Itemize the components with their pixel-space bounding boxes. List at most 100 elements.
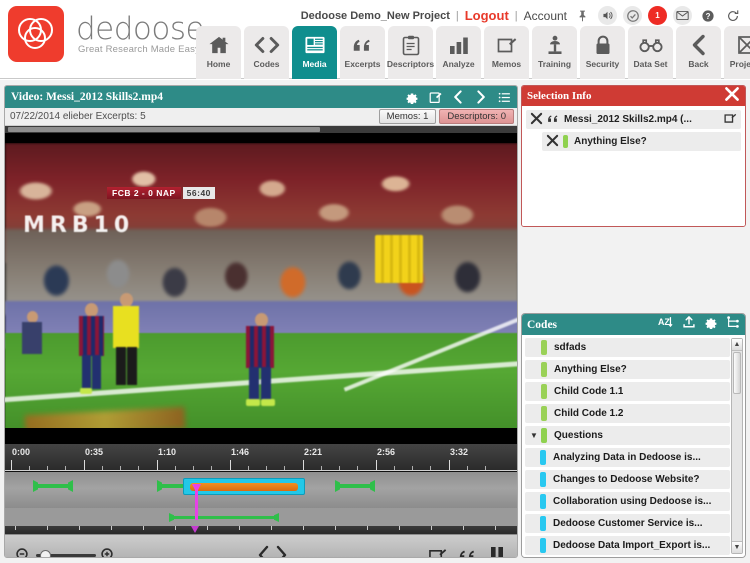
memo-icon[interactable]	[724, 111, 737, 129]
zoom-in-icon[interactable]	[100, 547, 117, 557]
dedoose-app: dedoose Great Research Made Easy Dedoose…	[0, 0, 750, 563]
nav-tab-security[interactable]: Security	[580, 26, 625, 79]
tree-icon[interactable]	[726, 315, 740, 334]
tick-label-4: 2:21	[304, 447, 323, 457]
remove-icon[interactable]	[530, 112, 543, 127]
notifications-icon[interactable]: 1	[648, 6, 667, 25]
bar-chart-icon	[448, 32, 470, 58]
zoom-slider[interactable]	[36, 549, 96, 557]
codes-scrollbar-thumb[interactable]	[733, 352, 741, 394]
scroll-up-button[interactable]: ▲	[732, 339, 742, 351]
remove-icon[interactable]	[546, 134, 559, 149]
memos-badge[interactable]: Memos: 1	[378, 109, 437, 124]
video-timeline[interactable]: 0:00 0:35 1:10 1:46 2:21 2:56 3:32	[5, 444, 517, 534]
brand-logo[interactable]: dedoose Great Research Made Easy	[8, 6, 205, 62]
video-scoreboard: FCB 2 - 0 NAP 56:40	[107, 186, 215, 199]
span-marker[interactable]	[169, 513, 279, 522]
list-icon[interactable]	[497, 90, 511, 104]
nav-tab-codes[interactable]: Codes	[244, 26, 289, 79]
close-icon[interactable]	[724, 86, 740, 107]
nav-label-excerpts: Excerpts	[344, 59, 381, 69]
code-label: sdfads	[554, 342, 587, 353]
codes-scrollbar[interactable]: ▲ ▼	[731, 338, 743, 554]
nav-tab-projects[interactable]: Projects	[724, 26, 750, 79]
nav-tab-dataset[interactable]: Data Set	[628, 26, 673, 79]
memo-icon[interactable]	[428, 547, 447, 557]
code-list-item[interactable]: Changes to Dedoose Website?	[525, 470, 730, 489]
codes-list: sdfads Anything Else? Child Code 1.1 Chi…	[525, 338, 730, 557]
gear-icon[interactable]	[704, 315, 718, 334]
panel-scrollbar-thumb[interactable]	[8, 127, 321, 132]
lock-icon	[594, 32, 612, 58]
quote-icon[interactable]	[458, 547, 478, 557]
gear-icon[interactable]	[405, 90, 419, 104]
nav-label-projects: Projects	[729, 59, 750, 69]
zoom-out-icon[interactable]	[15, 547, 32, 557]
nav-tab-home[interactable]: Home	[196, 26, 241, 79]
edit-icon[interactable]	[428, 90, 442, 104]
prev-chevron-icon[interactable]	[256, 545, 271, 557]
upload-icon[interactable]	[682, 315, 696, 334]
mini-playhead[interactable]	[191, 526, 199, 533]
code-color-chip	[563, 135, 568, 148]
descriptors-badge[interactable]: Descriptors: 0	[439, 109, 514, 124]
code-list-item[interactable]: Child Code 1.2	[525, 404, 730, 423]
nav-tab-training[interactable]: Training	[532, 26, 577, 79]
code-list-item[interactable]: Dedoose Customer Service is...	[525, 514, 730, 533]
timeline-span-track[interactable]	[5, 508, 517, 526]
code-color-chip	[540, 516, 546, 531]
nav-tab-media[interactable]: Media	[292, 26, 337, 79]
volume-icon[interactable]	[598, 6, 617, 25]
excerpt-marker[interactable]	[33, 480, 73, 492]
prev-icon[interactable]	[451, 90, 465, 104]
codes-panel-body: sdfads Anything Else? Child Code 1.1 Chi…	[522, 335, 745, 557]
mail-icon[interactable]	[673, 6, 692, 25]
refresh-icon[interactable]	[723, 6, 742, 25]
excerpt-marker[interactable]	[335, 480, 375, 492]
next-icon[interactable]	[474, 90, 488, 104]
selected-excerpt[interactable]	[183, 478, 305, 495]
pause-icon[interactable]	[489, 546, 505, 557]
main-content: Video: Messi_2012 Skills2.mp4 07/22/2014…	[0, 80, 750, 563]
code-list-item[interactable]: Dedoose Data Import_Export is...	[525, 536, 730, 555]
code-list-item[interactable]: Analyzing Data in Dedoose is...	[525, 448, 730, 467]
quote-icon	[547, 113, 560, 127]
nav-tab-memos[interactable]: Memos	[484, 26, 529, 79]
video-stage[interactable]: FCB 2 - 0 NAP 56:40 MRB10	[5, 133, 517, 444]
code-list-item[interactable]: Collaboration using Dedoose is...	[525, 492, 730, 511]
nav-tab-excerpts[interactable]: Excerpts	[340, 26, 385, 79]
nav-label-descriptors: Descriptors	[386, 59, 435, 69]
timeline-track[interactable]	[5, 472, 517, 508]
help-icon[interactable]: ?	[698, 6, 717, 25]
logout-link[interactable]: Logout	[465, 8, 509, 23]
code-label: Analyzing Data in Dedoose is...	[553, 452, 701, 463]
sep-2: |	[514, 9, 518, 22]
nav-tab-analyze[interactable]: Analyze	[436, 26, 481, 79]
svg-text:AZ: AZ	[658, 317, 670, 327]
next-chevron-icon[interactable]	[274, 545, 289, 557]
sort-az-icon[interactable]: AZ	[658, 315, 674, 334]
timeline-mini-ruler[interactable]	[5, 526, 517, 534]
tick-label-3: 1:46	[231, 447, 250, 457]
code-list-item[interactable]: sdfads	[525, 338, 730, 357]
code-label: Anything Else?	[554, 364, 627, 375]
chevron-down-icon[interactable]: ▼	[528, 431, 540, 440]
code-list-item[interactable]: Child Code 1.1	[525, 382, 730, 401]
scroll-down-button[interactable]: ▼	[732, 541, 742, 553]
timeline-ruler[interactable]: 0:00 0:35 1:10 1:46 2:21 2:56 3:32	[5, 444, 517, 472]
nav-tab-descriptors[interactable]: Descriptors	[386, 26, 435, 79]
zoom-slider-knob[interactable]	[40, 549, 51, 557]
nav-label-memos: Memos	[491, 59, 522, 69]
selection-row-code[interactable]: Anything Else?	[542, 132, 741, 151]
code-label: Dedoose Customer Service is...	[553, 518, 703, 529]
code-list-item[interactable]: Anything Else?	[525, 360, 730, 379]
check-circle-icon[interactable]	[623, 6, 642, 25]
account-bar: Dedoose Demo_New Project | Logout | Acco…	[301, 6, 742, 25]
code-list-item-questions[interactable]: ▼ Questions	[525, 426, 730, 445]
nav-tab-back[interactable]: Back	[676, 26, 721, 79]
account-link[interactable]: Account	[524, 9, 567, 23]
brand-tagline: Great Research Made Easy	[78, 44, 201, 56]
selection-row-excerpt[interactable]: Messi_2012 Skills2.mp4 (...	[526, 110, 741, 129]
panel-scrollbar[interactable]	[5, 126, 517, 133]
pin-icon[interactable]	[573, 6, 592, 25]
